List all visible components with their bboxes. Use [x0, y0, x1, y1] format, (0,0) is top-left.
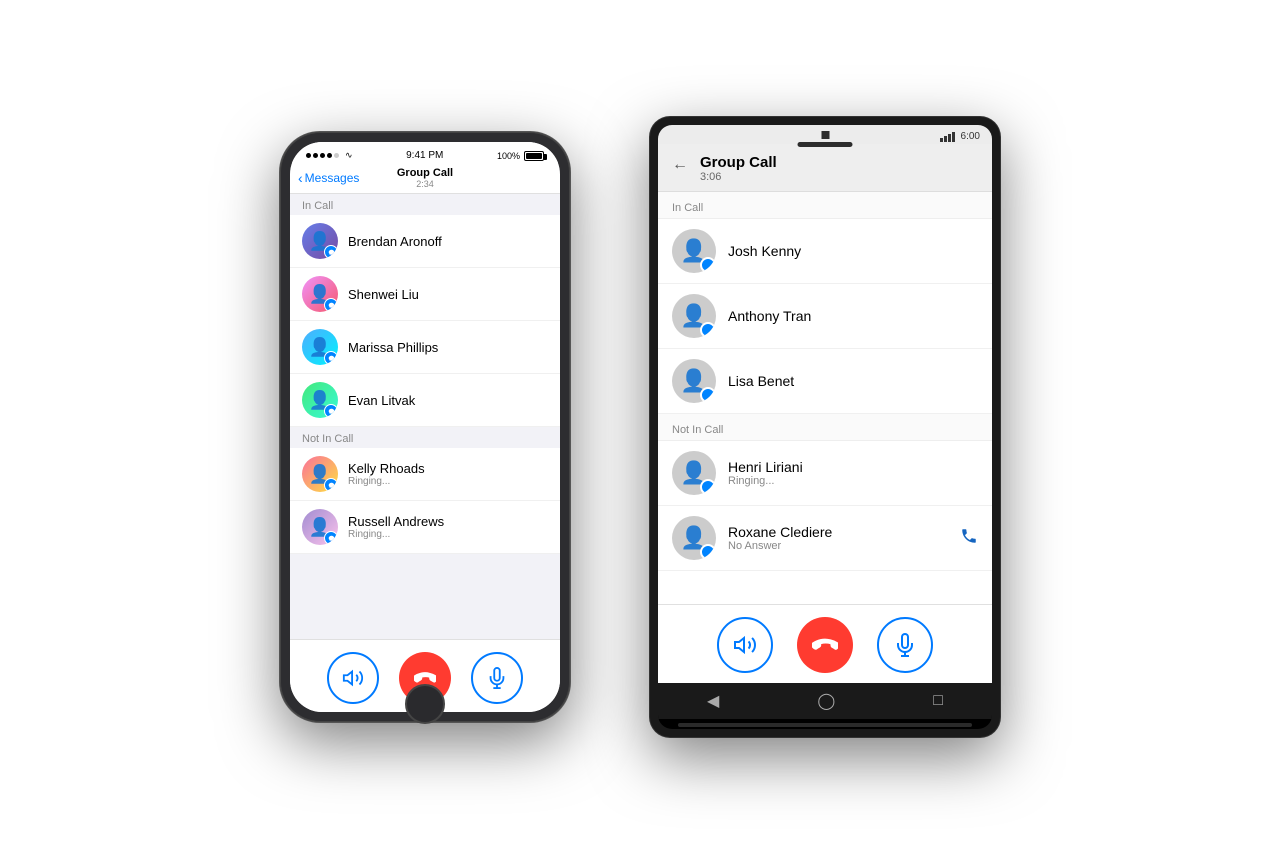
wifi-icon: ∿ [345, 150, 353, 161]
list-item[interactable]: 👤 Brendan Aronoff [290, 215, 560, 268]
list-item[interactable]: 👤 Russell Andrews Ringing... [290, 501, 560, 554]
iphone-not-in-call-header: Not In Call [290, 427, 560, 448]
avatar: 👤 [302, 456, 338, 492]
android-back-button[interactable]: ← [672, 156, 688, 174]
contact-status: No Answer [728, 540, 832, 552]
contact-name: Evan Litvak [348, 393, 415, 408]
messenger-badge [700, 257, 716, 273]
avatar: 👤 [672, 451, 716, 495]
contact-status: Ringing... [348, 529, 444, 540]
mute-button[interactable] [471, 652, 523, 704]
messenger-badge [700, 387, 716, 403]
contact-name: Henri Liriani [728, 459, 803, 475]
avatar: 👤 [672, 359, 716, 403]
avatar: 👤 [302, 509, 338, 545]
android-contact-list: In Call 👤 Josh Kenny 👤 Anthony Tran [658, 192, 992, 604]
contact-name: Roxane Clediere [728, 524, 832, 540]
android-in-call-header: In Call [658, 192, 992, 219]
android-nav-subtitle: 3:06 [700, 171, 777, 183]
contact-name: Russell Andrews [348, 514, 444, 529]
contact-name: Anthony Tran [728, 308, 811, 324]
list-item[interactable]: 👤 Shenwei Liu [290, 268, 560, 321]
android-time: 6:00 [961, 131, 980, 142]
iphone-status-bar: ∿ 9:41 PM 100% [302, 148, 548, 163]
speaker-grille [798, 142, 853, 147]
list-item[interactable]: 👤 Henri Liriani Ringing... [658, 441, 992, 506]
contact-name: Kelly Rhoads [348, 461, 425, 476]
messenger-badge [324, 404, 338, 418]
messenger-badge [700, 544, 716, 560]
signal-dots: ∿ [306, 150, 353, 161]
android-device: 6:00 ← Group Call 3:06 In Call 👤 [650, 117, 1000, 737]
android-not-in-call-header: Not In Call [658, 414, 992, 441]
back-label: Messages [305, 171, 360, 185]
list-item[interactable]: 👤 Kelly Rhoads Ringing... [290, 448, 560, 501]
avatar: 👤 [672, 516, 716, 560]
camera-dot [821, 131, 829, 139]
android-bottom-strip [678, 723, 972, 727]
contact-status: Ringing... [348, 476, 425, 487]
list-item[interactable]: 👤 Lisa Benet [658, 349, 992, 414]
messenger-badge [700, 479, 716, 495]
messenger-badge [700, 322, 716, 338]
avatar: 👤 [302, 276, 338, 312]
avatar: 👤 [672, 229, 716, 273]
speaker-button[interactable] [327, 652, 379, 704]
battery-percent: 100% [497, 151, 520, 161]
recall-button[interactable] [960, 527, 978, 550]
list-item[interactable]: 👤 Marissa Phillips [290, 321, 560, 374]
battery-area: 100% [497, 151, 544, 161]
android-speaker-button[interactable] [717, 617, 773, 673]
contact-status: Ringing... [728, 475, 803, 487]
list-item[interactable]: 👤 Josh Kenny [658, 219, 992, 284]
recents-nav-icon[interactable]: □ [933, 692, 943, 710]
signal-icon [940, 132, 955, 142]
chevron-left-icon: ‹ [298, 170, 303, 186]
android-nav-bar: ◀ ◯ □ [658, 683, 992, 719]
android-nav-title: Group Call [700, 154, 777, 171]
iphone-nav-title: Group Call [397, 167, 453, 179]
avatar: 👤 [302, 329, 338, 365]
android-call-controls [658, 604, 992, 683]
back-button[interactable]: ‹ Messages [298, 170, 359, 186]
iphone-nav-bar: ‹ Messages Group Call 2:34 [290, 163, 560, 194]
contact-name: Brendan Aronoff [348, 234, 442, 249]
avatar: 👤 [672, 294, 716, 338]
iphone-device: ∿ 9:41 PM 100% ‹ Messages Group Call [280, 132, 570, 722]
iphone-in-call-header: In Call [290, 194, 560, 215]
messenger-badge [324, 245, 338, 259]
iphone-contact-list: In Call 👤 Brendan Aronoff 👤 Shenwei Liu [290, 194, 560, 639]
contact-name: Lisa Benet [728, 373, 794, 389]
iphone-time: 9:41 PM [406, 150, 443, 161]
android-top-bar: ← Group Call 3:06 [658, 144, 992, 192]
list-item[interactable]: 👤 Evan Litvak [290, 374, 560, 427]
messenger-badge [324, 531, 338, 545]
home-button[interactable] [405, 684, 445, 724]
messenger-badge [324, 351, 338, 365]
back-nav-icon[interactable]: ◀ [707, 691, 719, 711]
list-item[interactable]: 👤 Roxane Clediere No Answer [658, 506, 992, 571]
android-end-call-button[interactable] [797, 617, 853, 673]
avatar: 👤 [302, 382, 338, 418]
android-mute-button[interactable] [877, 617, 933, 673]
messenger-badge [324, 298, 338, 312]
avatar: 👤 [302, 223, 338, 259]
contact-name: Josh Kenny [728, 243, 801, 259]
messenger-badge [324, 478, 338, 492]
home-nav-icon[interactable]: ◯ [817, 691, 835, 711]
list-item[interactable]: 👤 Anthony Tran [658, 284, 992, 349]
contact-name: Shenwei Liu [348, 287, 419, 302]
iphone-nav-subtitle: 2:34 [397, 179, 453, 189]
contact-name: Marissa Phillips [348, 340, 438, 355]
